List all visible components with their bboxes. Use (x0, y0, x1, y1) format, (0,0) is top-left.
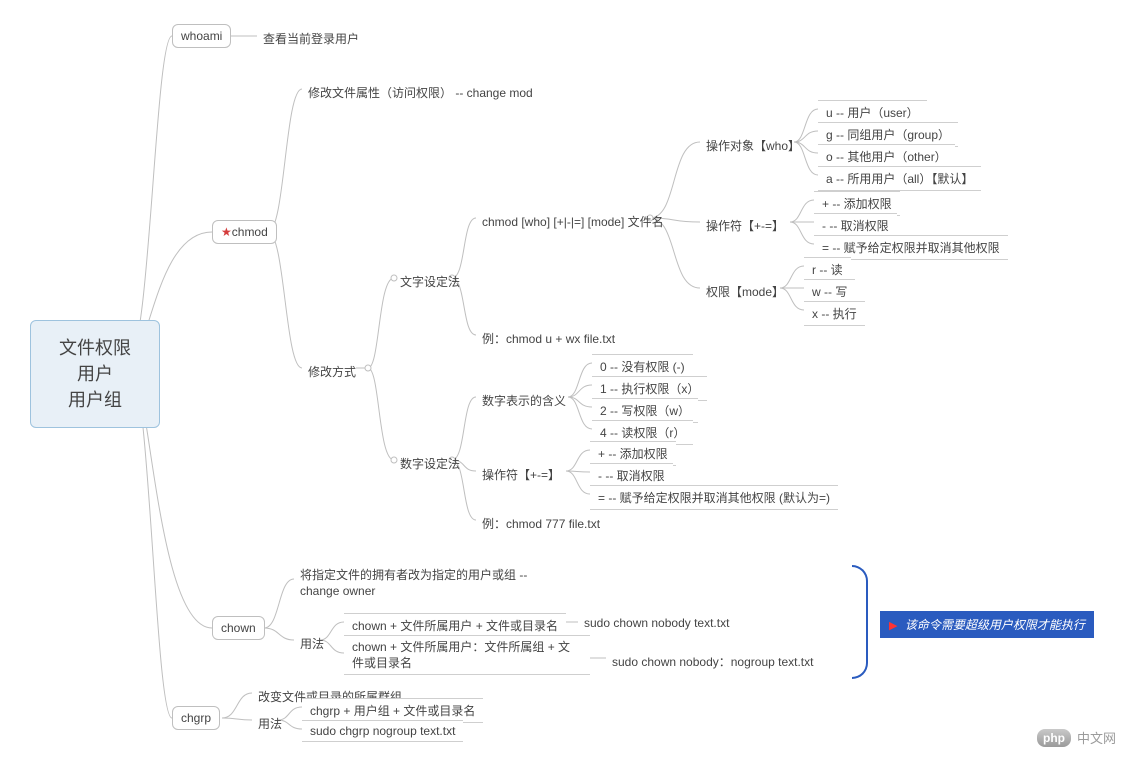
watermark-icon: php (1037, 729, 1071, 747)
chown-summary-brace (852, 565, 868, 679)
whoami-node: whoami (172, 24, 231, 48)
chgrp-node: chgrp (172, 706, 220, 730)
who-item-a: a -- 所用用户（all）【默认】 (818, 166, 981, 191)
chown-usage2-left: chown + 文件所属用户：文件所属组 + 文件或目录名 (344, 635, 590, 675)
num-digits-label: 数字表示的含义 (476, 390, 572, 411)
text-example: 例：chmod u + wx file.txt (476, 328, 621, 349)
chown-note-text: 该命令需要超级用户权限才能执行 (905, 618, 1085, 632)
chmod-label: chmod (232, 225, 268, 239)
mode-item-x: x -- 执行 (804, 301, 865, 326)
chown-usage1-right: sudo chown nobody text.txt (578, 614, 735, 632)
chgrp-usage2: sudo chgrp nogroup text.txt (302, 720, 463, 742)
chgrp-label: chgrp (181, 711, 211, 725)
chown-note-callout: 该命令需要超级用户权限才能执行 (880, 611, 1094, 638)
whoami-desc: 查看当前登录用户 (257, 28, 365, 49)
num-op-eq: = -- 赋予给定权限并取消其他权限 (默认为=) (590, 485, 838, 510)
chown-desc: 将指定文件的拥有者改为指定的用户或组 -- change owner (294, 565, 566, 601)
star-icon: ★ (221, 225, 232, 239)
chmod-modify-label: 修改方式 (302, 361, 362, 382)
root-title-line3: 用户组 (47, 387, 143, 413)
mode-label: 权限【mode】 (700, 281, 790, 302)
op-text-label: 操作符【+-=】 (700, 215, 790, 236)
root-title-line1: 文件权限 (47, 335, 143, 361)
num-method-label: 数字设定法 (394, 453, 466, 474)
watermark-text: 中文网 (1077, 728, 1116, 747)
watermark: php 中文网 (1037, 728, 1116, 747)
text-syntax: chmod [who] [+|-|=] [mode] 文件名 (476, 211, 670, 232)
whoami-label: whoami (181, 29, 222, 43)
chmod-desc: 修改文件属性（访问权限） -- change mod (302, 82, 539, 103)
chown-usage2-right: sudo chown nobody：nogroup text.txt (606, 651, 819, 672)
text-method-label: 文字设定法 (394, 271, 466, 292)
chmod-node: ★chmod (212, 220, 277, 244)
root-node: 文件权限 用户 用户组 (30, 320, 160, 428)
root-title-line2: 用户 (47, 361, 143, 387)
chown-usage-label: 用法 (294, 633, 330, 654)
mindmap-stage: { "root": { "title_l1": "文件权限", "title_l… (0, 0, 1128, 757)
num-example: 例：chmod 777 file.txt (476, 513, 606, 534)
chown-label: chown (221, 621, 256, 635)
num-op-label: 操作符【+-=】 (476, 464, 566, 485)
chown-node: chown (212, 616, 265, 640)
who-label: 操作对象【who】 (700, 135, 806, 156)
chgrp-usage-label: 用法 (252, 713, 288, 734)
